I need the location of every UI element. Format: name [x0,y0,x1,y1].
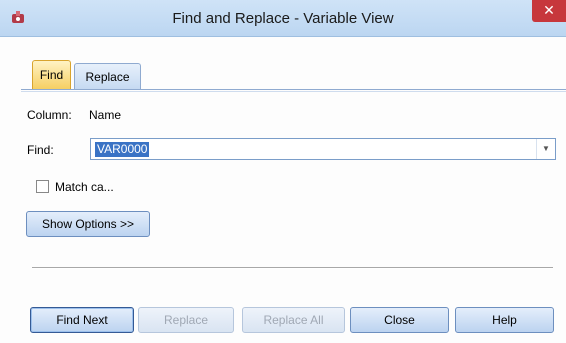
tab-divider-highlight [21,91,566,92]
replace-button[interactable]: Replace [138,307,234,333]
window-title: Find and Replace - Variable View [172,10,394,27]
show-options-button[interactable]: Show Options >> [26,211,150,237]
find-replace-dialog: Find and Replace - Variable View ✕ Find … [0,0,566,343]
title-bar: Find and Replace - Variable View ✕ [0,0,566,37]
find-input-value[interactable]: VAR0000 [95,142,150,157]
find-label: Find: [27,143,54,157]
tab-replace[interactable]: Replace [74,63,141,89]
close-button[interactable]: Close [350,307,449,333]
chevron-down-icon[interactable]: ▼ [536,139,555,159]
separator-highlight [32,268,553,269]
replace-all-button[interactable]: Replace All [242,307,345,333]
tab-find[interactable]: Find [32,60,71,89]
column-label: Column: [27,108,72,122]
tab-divider [21,89,566,90]
help-button[interactable]: Help [455,307,554,333]
find-next-button[interactable]: Find Next [30,307,134,333]
match-case-label[interactable]: Match ca... [55,180,114,194]
find-combobox[interactable]: VAR0000 ▼ [90,138,556,160]
match-case-checkbox[interactable] [36,180,49,193]
close-icon[interactable]: ✕ [532,0,566,22]
tab-strip: Find Replace [21,60,561,90]
column-value: Name [89,108,122,122]
